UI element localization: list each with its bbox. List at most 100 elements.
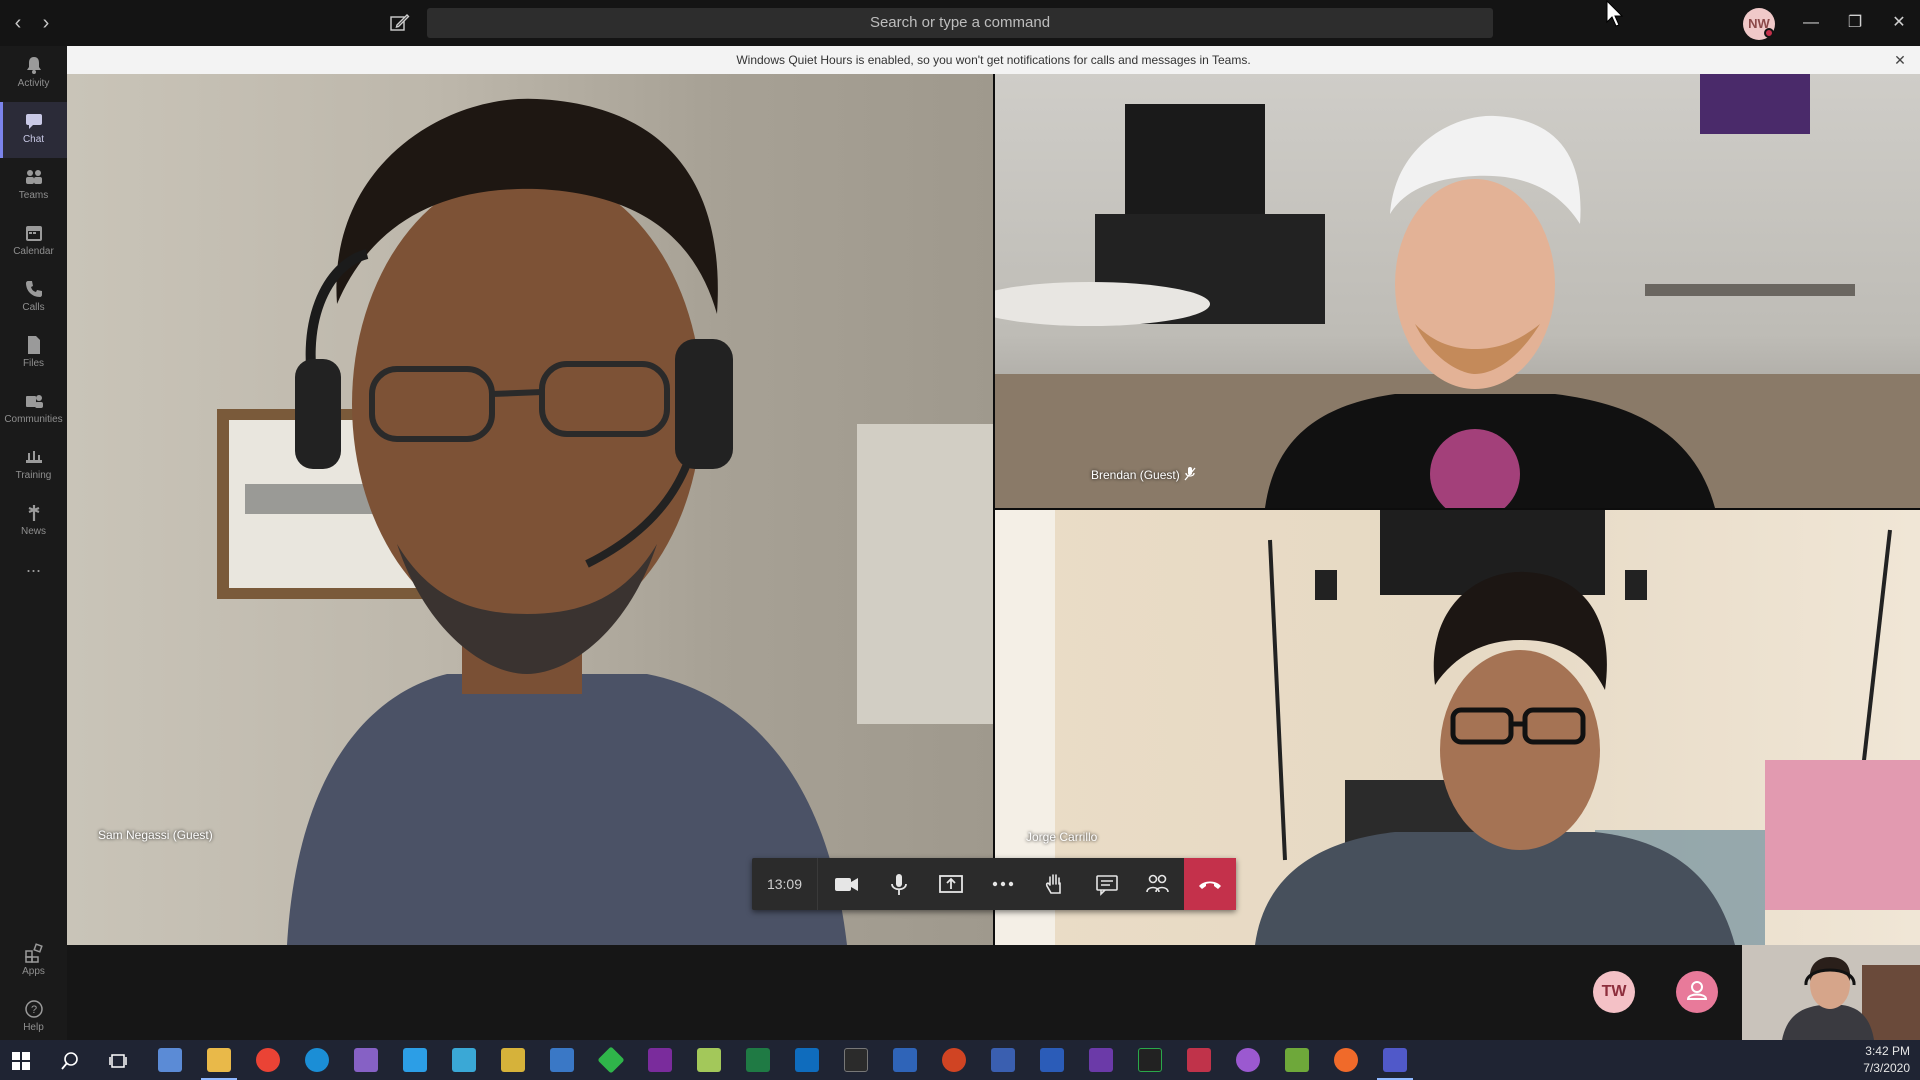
notepad-icon[interactable]: [697, 1048, 721, 1072]
training-icon: [25, 451, 42, 463]
apps-icon: [24, 943, 43, 963]
more-apps-icon[interactable]: ...: [0, 556, 67, 586]
powerpoint-icon[interactable]: [942, 1048, 966, 1072]
rail-item-label: Activity: [17, 78, 50, 89]
app-icon-7[interactable]: [452, 1048, 476, 1072]
participant-name: Brendan (Guest): [1091, 468, 1180, 482]
outlook-icon[interactable]: [795, 1048, 819, 1072]
call-controls-bar: 13:09: [752, 858, 1236, 910]
app-icon-1[interactable]: [158, 1048, 182, 1072]
hang-up-button[interactable]: [1184, 858, 1236, 910]
visual-studio-icon[interactable]: [354, 1048, 378, 1072]
close-icon[interactable]: ✕: [1890, 46, 1910, 74]
more-options-icon[interactable]: [988, 869, 1018, 899]
vscode-icon[interactable]: [403, 1048, 427, 1072]
title-bar: ‹ › Search or type a command NW — ❐ ✕: [0, 0, 1920, 46]
clock-date: 7/3/2020: [1863, 1061, 1910, 1075]
app-icon-23[interactable]: [1236, 1048, 1260, 1072]
rail-item-help[interactable]: ? Help: [0, 990, 67, 1046]
search-input[interactable]: Search or type a command: [427, 8, 1493, 38]
rail-item-chat[interactable]: Chat: [0, 102, 67, 158]
visual-studio-2-icon[interactable]: [1089, 1048, 1113, 1072]
communities-icon: [25, 395, 43, 408]
app-icon-10[interactable]: [597, 1046, 625, 1074]
rail-item-teams[interactable]: Teams: [0, 158, 67, 214]
calendar-icon: [25, 226, 42, 241]
rail-item-calendar[interactable]: Calendar: [0, 214, 67, 270]
share-screen-icon[interactable]: [936, 869, 966, 899]
raise-hand-icon[interactable]: [1040, 869, 1070, 899]
meeting-bottom-strip: [67, 945, 1920, 1040]
rail-item-label: Calls: [22, 302, 45, 313]
status-dot: [1764, 28, 1774, 38]
clock-time: 3:42 PM: [1865, 1044, 1910, 1058]
camera-icon[interactable]: [831, 869, 861, 899]
app-rail: Activity Chat Teams Calendar Calls Files…: [0, 46, 67, 1040]
visio-icon[interactable]: [991, 1048, 1015, 1072]
word-icon[interactable]: [1040, 1048, 1064, 1072]
rail-item-training[interactable]: Training: [0, 438, 67, 494]
rail-item-news[interactable]: News: [0, 494, 67, 550]
help-icon: ?: [24, 1000, 43, 1018]
rail-item-label: News: [20, 526, 46, 537]
participant-avatar[interactable]: TW: [1593, 971, 1635, 1013]
person-icon: [1686, 981, 1708, 1000]
video-tile-sam[interactable]: Sam Negassi (Guest): [67, 74, 993, 945]
microphone-icon[interactable]: [884, 869, 914, 899]
call-timer: 13:09: [752, 858, 818, 910]
rail-item-apps[interactable]: Apps: [0, 934, 67, 990]
invite-people-button[interactable]: [1676, 971, 1718, 1013]
svg-text:?: ?: [30, 1004, 36, 1016]
teams-icon: [25, 170, 42, 184]
terminal-icon[interactable]: [844, 1048, 868, 1072]
onenote-icon[interactable]: [648, 1048, 672, 1072]
minimize-icon[interactable]: —: [1796, 8, 1826, 38]
edge-icon[interactable]: [305, 1048, 329, 1072]
rail-item-label: Chat: [22, 134, 45, 145]
chat-icon[interactable]: [1092, 869, 1122, 899]
file-explorer-icon[interactable]: [207, 1048, 231, 1072]
rail-item-label: Teams: [18, 190, 49, 201]
phone-icon: [25, 281, 42, 297]
rail-item-activity[interactable]: Activity: [0, 46, 67, 102]
teams-taskbar-icon[interactable]: [1383, 1048, 1407, 1072]
windows-taskbar: 3:42 PM 7/3/2020: [0, 1040, 1920, 1080]
close-icon[interactable]: ✕: [1884, 8, 1914, 38]
intellij-icon[interactable]: [1187, 1048, 1211, 1072]
rail-item-calls[interactable]: Calls: [0, 270, 67, 326]
rail-item-label: Calendar: [13, 246, 54, 257]
new-chat-compose-icon[interactable]: [386, 10, 412, 36]
banner-text: Windows Quiet Hours is enabled, so you w…: [736, 53, 1251, 67]
participant-name: Sam Negassi (Guest): [98, 828, 213, 842]
app-icon-24[interactable]: [1285, 1048, 1309, 1072]
firefox-icon[interactable]: [1334, 1048, 1358, 1072]
news-icon: [28, 505, 39, 521]
task-view-icon[interactable]: [108, 1051, 128, 1071]
rail-item-label: Training: [15, 470, 52, 481]
windows-start-icon[interactable]: [12, 1052, 30, 1070]
excel-icon[interactable]: [746, 1048, 770, 1072]
search-icon[interactable]: [60, 1051, 80, 1071]
app-icon-8[interactable]: [501, 1048, 525, 1072]
forward-arrow-icon[interactable]: ›: [34, 11, 58, 35]
app-icon-21[interactable]: [1138, 1048, 1162, 1072]
powershell-icon[interactable]: [893, 1048, 917, 1072]
participant-name: Jorge Carrillo: [1026, 830, 1098, 844]
muted-microphone-icon: [1184, 467, 1196, 481]
system-clock[interactable]: 3:42 PM 7/3/2020: [1863, 1043, 1910, 1077]
rail-item-communities[interactable]: Communities: [0, 382, 67, 438]
video-tile-brendan[interactable]: Brendan (Guest): [995, 74, 1920, 508]
meeting-stage: Sam Negassi (Guest) Brendan (Guest) Jorg…: [67, 74, 1920, 945]
rail-item-label: Files: [22, 358, 45, 369]
participants-icon[interactable]: [1142, 869, 1172, 899]
rail-item-files[interactable]: Files: [0, 326, 67, 382]
restore-icon[interactable]: ❐: [1840, 8, 1870, 38]
chrome-icon[interactable]: [256, 1048, 280, 1072]
hang-up-icon: [1199, 881, 1221, 889]
app-icon-9[interactable]: [550, 1048, 574, 1072]
rail-item-label: Apps: [22, 966, 45, 977]
chat-icon: [25, 114, 42, 129]
quiet-hours-banner: Windows Quiet Hours is enabled, so you w…: [67, 46, 1920, 74]
back-arrow-icon[interactable]: ‹: [6, 11, 30, 35]
self-view-video[interactable]: [1742, 945, 1920, 1040]
